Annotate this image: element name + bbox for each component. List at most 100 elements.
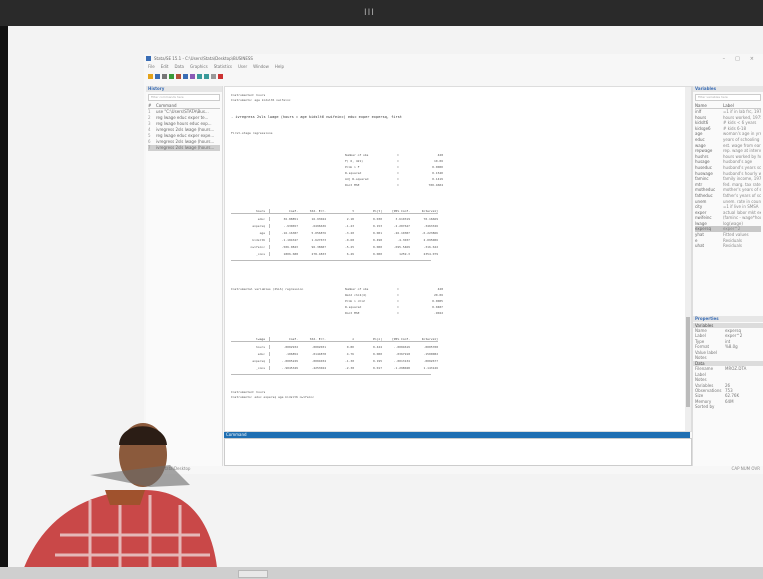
first-stage-table-bottom-rule xyxy=(231,260,431,261)
stata-app-icon xyxy=(146,55,151,61)
history-filter-input[interactable]: Filter commands here xyxy=(148,94,220,101)
history-item-number: 7 xyxy=(148,145,151,150)
iv-table-cell: -.9045349 xyxy=(281,366,298,370)
first-stage-table-cell: -6.223866 xyxy=(421,231,438,235)
first-stage-table-cell: 5.056876 xyxy=(311,231,326,235)
history-item[interactable]: 7 ivregress 2sls lwage (hours... xyxy=(148,145,220,151)
print-icon[interactable] xyxy=(162,74,167,79)
results-command-line: . ivregress 2sls lwage (hours = age kids… xyxy=(231,115,402,119)
first-stage-stat: Root MSE = 700.4604 xyxy=(345,183,443,187)
iv-table-cell: -1.30 xyxy=(344,359,354,363)
first-stage-stat: F( 6, 421) = 10.06 xyxy=(345,159,443,163)
menu-item-graphics[interactable]: Graphics xyxy=(190,64,208,69)
property-key: Notes xyxy=(695,354,707,360)
variables-col-label: Label xyxy=(723,103,734,108)
presenter-hair xyxy=(119,426,167,445)
variable-label: Residuals xyxy=(723,243,742,249)
first-stage-table-cell: -.930657 xyxy=(283,224,298,228)
first-stage-stat: Adj R-squared = 0.1419 xyxy=(345,177,443,181)
variables-filter-input[interactable]: Filter variables here xyxy=(695,94,761,101)
video-frame: III Stata/SE 15.1 - C:\Users\Stata\Deskt… xyxy=(0,0,763,579)
iv-stat: Wald chi2(4) = 20.06 xyxy=(345,293,443,297)
first-stage-table-cell: _cons xyxy=(231,252,270,256)
graph-icon[interactable] xyxy=(183,74,188,79)
stat-name: F( 6, 421) xyxy=(345,159,364,163)
taskbar-tab[interactable] xyxy=(238,570,268,578)
history-col-num: # xyxy=(148,103,152,108)
first-stage-table-cell: -1.43 xyxy=(344,224,354,228)
first-stage-table-col: hours xyxy=(231,209,270,213)
command-input[interactable] xyxy=(224,438,692,466)
iv-stat: Root MSE = .9022 xyxy=(345,311,443,315)
menu-item-data[interactable]: Data xyxy=(174,64,184,69)
presenter-video xyxy=(20,423,218,579)
menu-item-help[interactable]: Help xyxy=(275,64,284,69)
menu-item-file[interactable]: File xyxy=(148,64,155,69)
video-bottom-bar xyxy=(0,567,763,579)
results-footer-instrumented: Instrumented: hours xyxy=(231,390,266,394)
iv-table-cell: .106854 xyxy=(285,352,298,356)
open-icon[interactable] xyxy=(148,74,153,79)
first-stage-table-row: age -16.16387 5.056876 -3.20 0.001 -26.10387 -… xyxy=(231,231,438,235)
property-row[interactable]: Sorted by xyxy=(695,404,761,409)
results-instrumented-line: Instrumented: hours xyxy=(231,93,266,97)
iv-table-row: hours .0002932 .0002031 0.80 0.424 -.0004619.… xyxy=(231,345,438,349)
close-button[interactable]: × xyxy=(750,56,754,62)
first-stage-table-cell: 16.93044 xyxy=(311,217,326,221)
stat-value: 428 xyxy=(437,287,443,291)
stat-eq: = xyxy=(397,293,399,297)
iv-table-cell: 0.195 xyxy=(372,359,382,363)
stat-eq: = xyxy=(397,299,399,303)
iv-table-cell: .0367918 xyxy=(395,352,410,356)
log-icon[interactable] xyxy=(169,74,174,79)
first-stage-stat: Number of obs = 428 xyxy=(345,153,443,157)
first-stage-table-row: expersq -.930657 .6496636 -1.43 0.153 -2.2076… xyxy=(231,224,438,228)
iv-table-cell: .0002932 xyxy=(283,345,298,349)
variable-row[interactable]: uhat Residuals xyxy=(695,243,761,249)
data-editor-icon[interactable] xyxy=(197,74,202,79)
first-stage-table-cell: .6496636 xyxy=(311,224,326,228)
properties-variable-rows: Name expersq Label exper^2 Type int Format %8.0… xyxy=(693,328,763,360)
data-browser-icon[interactable] xyxy=(204,74,209,79)
first-stage-table-cell: 2.095006 xyxy=(423,238,438,242)
do-file-icon[interactable] xyxy=(190,74,195,79)
toolbar xyxy=(148,74,223,79)
save-icon[interactable] xyxy=(155,74,160,79)
stat-name: R-squared xyxy=(345,305,362,309)
break-icon[interactable] xyxy=(218,74,223,79)
first-stage-stat: R-squared = 0.1540 xyxy=(345,171,443,175)
first-stage-table-cell: 6.49 xyxy=(346,252,354,256)
iv-table-cell: _cons xyxy=(231,366,270,370)
drag-grip[interactable]: III xyxy=(364,8,375,18)
results-scrollbar[interactable] xyxy=(685,87,691,431)
stat-name: Number of obs xyxy=(345,287,369,291)
first-stage-table-cell: -695.5469 xyxy=(393,245,410,249)
first-stage-table-cell: 1259.3 xyxy=(399,252,410,256)
menu-item-edit[interactable]: Edit xyxy=(161,64,169,69)
iv-table-cell: 0.000 xyxy=(372,352,382,356)
first-stage-table-col: [95% Conf. xyxy=(391,209,410,213)
first-stage-table-row: nwifeinc -506.0843 96.38687 -5.25 0.000 -695.… xyxy=(231,245,438,249)
stat-eq: = xyxy=(397,311,399,315)
stat-value: 10.06 xyxy=(433,159,443,163)
variables-manager-icon[interactable] xyxy=(211,74,216,79)
iv-table-cell: .0005708 xyxy=(423,345,438,349)
stat-value: 428 xyxy=(437,153,443,157)
menu-item-user[interactable]: User xyxy=(238,64,247,69)
minimize-button[interactable]: – xyxy=(723,56,726,62)
property-row[interactable]: Notes xyxy=(695,355,761,360)
menu-item-statistics[interactable]: Statistics xyxy=(214,64,232,69)
menu-item-window[interactable]: Window xyxy=(253,64,269,69)
maximize-button[interactable]: □ xyxy=(735,56,740,62)
iv-table-cell: .0002677 xyxy=(423,359,438,363)
first-stage-table-cell: 0.000 xyxy=(372,252,382,256)
iv-table-row: educ .106854 .0144878 4.76 0.000 .0367918 .150… xyxy=(231,352,438,356)
iv-table-cell: -2.38 xyxy=(344,366,354,370)
iv-table-cell: 1.143126 xyxy=(423,366,438,370)
viewer-icon[interactable] xyxy=(176,74,181,79)
first-stage-table-cell: 0.030 xyxy=(372,217,382,221)
scrollbar-thumb[interactable] xyxy=(686,317,690,407)
stat-eq: = xyxy=(397,183,399,187)
first-stage-table-cell: 70.16669 xyxy=(423,217,438,221)
iv-table-col: lwage xyxy=(231,337,270,341)
